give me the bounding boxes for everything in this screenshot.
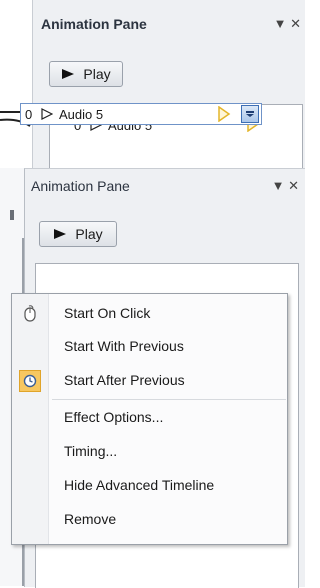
menu-item-label: Effect Options... xyxy=(64,409,164,425)
play-icon xyxy=(62,69,75,79)
item-label: Audio 5 xyxy=(59,106,104,122)
item-index: 0 xyxy=(25,106,33,122)
play-icon xyxy=(54,229,67,239)
item-context-menu: Start On Click Start With Previous Start… xyxy=(11,293,288,545)
menu-item-label: Hide Advanced Timeline xyxy=(64,477,215,493)
animation-item-selected[interactable]: 0 Audio 5 xyxy=(20,103,262,125)
menu-item-label: Start After Previous xyxy=(64,372,185,388)
audio-trigger-icon xyxy=(218,106,231,122)
play-label: Play xyxy=(83,66,111,82)
menu-item-label: Start With Previous xyxy=(64,338,184,354)
menu-item-effect-options[interactable]: Effect Options... xyxy=(12,403,287,433)
play-label: Play xyxy=(75,226,103,242)
menu-item-label: Remove xyxy=(64,511,117,527)
pane-title: Animation Pane xyxy=(41,16,147,32)
menu-item-start-with-previous[interactable]: Start With Previous xyxy=(12,332,287,362)
play-trigger-icon xyxy=(41,108,53,120)
menu-item-label: Start On Click xyxy=(64,305,151,321)
clock-icon xyxy=(19,370,41,392)
play-button[interactable]: Play xyxy=(39,221,117,247)
animation-pane-back: Animation Pane ▼ ✕ Play 0 Audio 5 xyxy=(32,0,305,173)
chevron-down-icon xyxy=(246,111,254,117)
mouse-icon xyxy=(20,305,40,323)
menu-item-remove[interactable]: Remove xyxy=(12,505,287,535)
pane-window-controls[interactable]: ▼ ✕ xyxy=(274,16,301,32)
menu-item-label: Timing... xyxy=(64,443,118,459)
menu-separator xyxy=(52,399,286,400)
item-dropdown-button[interactable] xyxy=(241,105,259,123)
edge-marker xyxy=(10,210,14,220)
pane-window-controls[interactable]: ▼ ✕ xyxy=(272,178,299,194)
pane-title: Animation Pane xyxy=(31,178,130,194)
menu-item-hide-advanced-timeline[interactable]: Hide Advanced Timeline xyxy=(12,471,287,501)
menu-item-start-on-click[interactable]: Start On Click xyxy=(12,299,287,329)
play-button[interactable]: Play xyxy=(49,61,123,87)
menu-item-start-after-previous[interactable]: Start After Previous xyxy=(12,366,287,396)
menu-item-timing[interactable]: Timing... xyxy=(12,437,287,467)
